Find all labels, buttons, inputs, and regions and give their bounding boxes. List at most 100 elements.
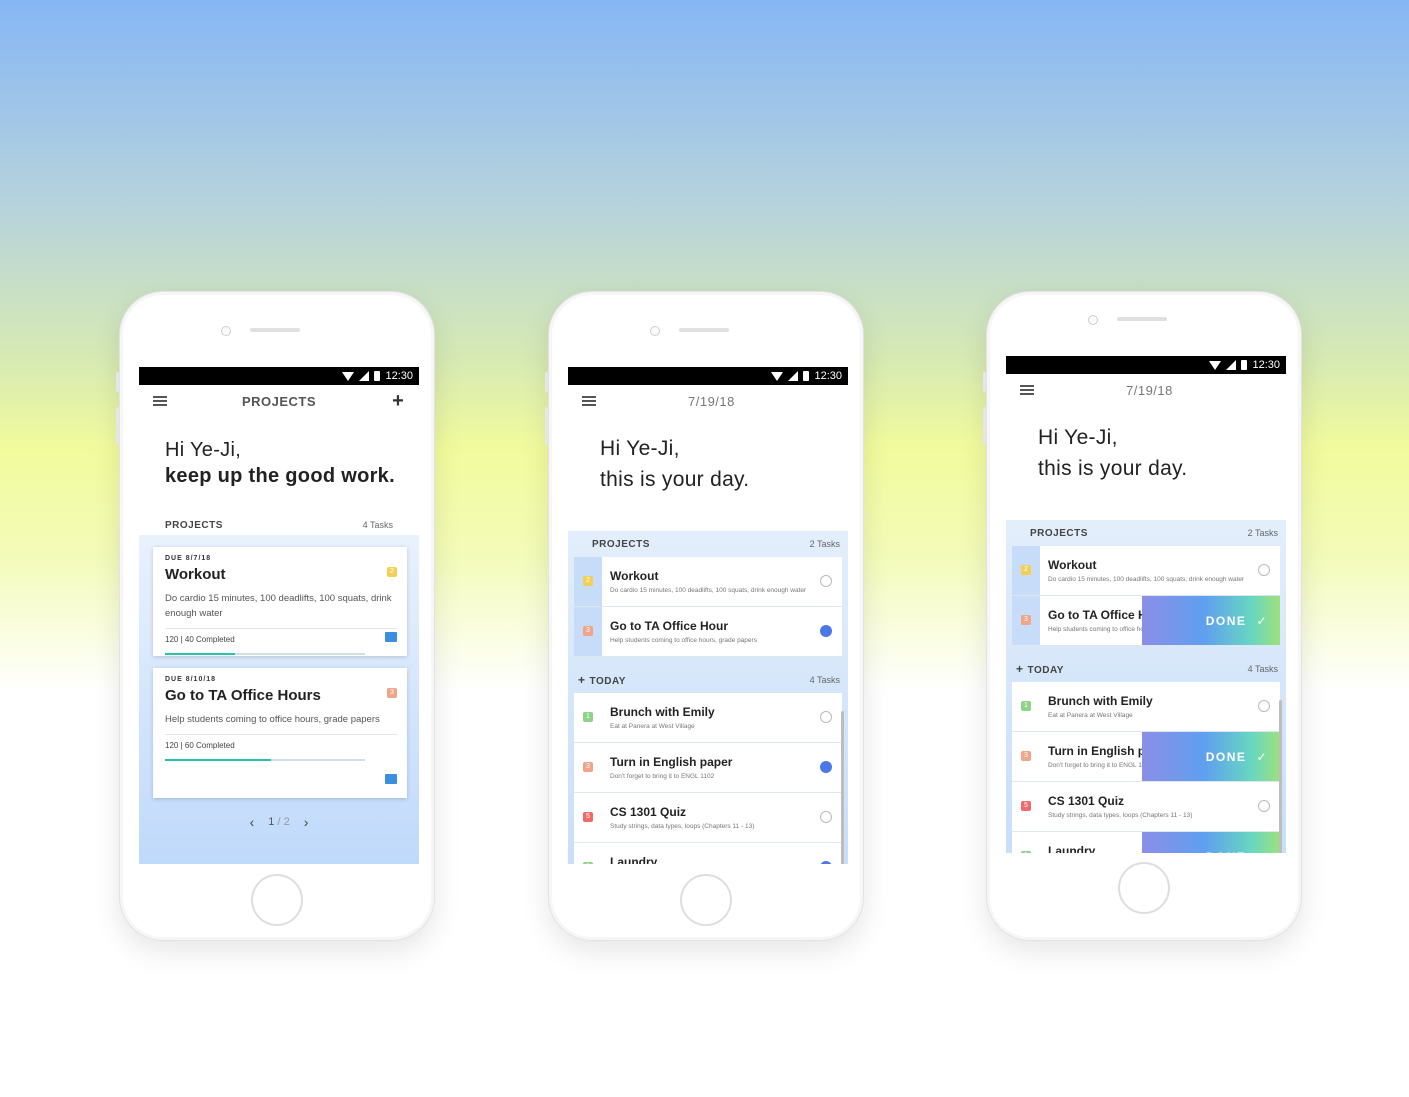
task-row[interactable]: 2 Workout Do cardio 15 minutes, 100 deadl…: [574, 557, 842, 607]
complete-radio[interactable]: [820, 811, 832, 823]
task-row[interactable]: 1 Brunch with Emily Eat at Panera at West…: [1012, 682, 1280, 732]
speaker: [679, 328, 729, 332]
task-title: Go to TA Office Hour: [610, 619, 728, 633]
complete-radio[interactable]: [820, 575, 832, 587]
task-subtitle: Do cardio 15 minutes, 100 deadlifts, 100…: [1048, 576, 1245, 583]
task-title: CS 1301 Quiz: [610, 805, 687, 819]
wifi-icon: [342, 371, 355, 381]
scrollbar[interactable]: [1279, 700, 1282, 853]
task-title: Workout: [1048, 558, 1097, 572]
priority-badge: 3: [387, 688, 397, 698]
complete-radio[interactable]: [1258, 564, 1270, 576]
battery-icon: [374, 371, 381, 381]
priority-badge: 2: [1021, 565, 1031, 575]
add-icon[interactable]: +: [578, 673, 586, 687]
section-header-projects: PROJECTS 4 Tasks: [139, 515, 419, 535]
greeting-line1: Hi Ye-Ji,: [165, 439, 242, 461]
task-row[interactable]: 1 Laundry: [574, 843, 842, 864]
wifi-icon: [771, 371, 784, 381]
menu-icon[interactable]: [153, 395, 167, 407]
app-bar: 7/19/18: [568, 385, 848, 417]
task-row[interactable]: 2 Workout Do cardio 15 minutes, 100 deadl…: [1012, 546, 1280, 596]
status-time: 12:30: [814, 370, 842, 382]
project-card[interactable]: DUE 8/10/18 Go to TA Office Hours 3 Help…: [153, 668, 407, 798]
task-row[interactable]: 3 Turn in English paper Don't forget to b…: [1012, 732, 1280, 782]
priority-badge: 2: [583, 576, 593, 586]
project-card[interactable]: DUE 8/7/18 Workout 2 Do cardio 15 minute…: [153, 547, 407, 656]
card-title: Workout: [165, 566, 226, 583]
home-button[interactable]: [1118, 862, 1170, 914]
done-swipe-action[interactable]: DONE ✓: [1142, 832, 1280, 853]
add-icon[interactable]: +: [391, 390, 405, 413]
app-bar: PROJECTS +: [139, 385, 419, 417]
menu-icon[interactable]: [582, 395, 596, 407]
complete-radio[interactable]: [820, 711, 832, 723]
progress-bar: [165, 759, 365, 761]
section-label: TODAY: [589, 676, 626, 687]
priority-badge: 3: [1021, 615, 1031, 625]
done-swipe-action[interactable]: DONE ✓: [1142, 596, 1280, 645]
home-button[interactable]: [680, 874, 732, 926]
priority-badge: 1: [583, 862, 593, 864]
task-row[interactable]: 1 Brunch with Emily Eat at Panera at West…: [574, 693, 842, 743]
front-camera: [1088, 315, 1098, 325]
page-title: PROJECTS: [241, 393, 317, 409]
check-icon: ✓: [1256, 613, 1268, 628]
done-label: DONE: [1205, 749, 1247, 764]
complete-radio[interactable]: [1258, 800, 1270, 812]
task-row[interactable]: 1 Laundry DONE✓: [1012, 832, 1280, 853]
priority-badge: 5: [1021, 801, 1031, 811]
task-list: PROJECTS 2 Tasks 2 Workout Do cardio 15 m…: [568, 531, 848, 864]
battery-icon: [803, 371, 810, 381]
greeting: Hi Ye-Ji, keep up the good work.: [139, 417, 419, 515]
app-bar: 7/19/18: [1006, 374, 1286, 406]
priority-badge: 5: [583, 812, 593, 822]
due-date: DUE 8/10/18: [165, 676, 217, 683]
section-count: 4 Tasks: [362, 520, 393, 530]
section-header-projects: PROJECTS 2 Tasks: [1006, 520, 1286, 546]
complete-radio[interactable]: [820, 761, 832, 773]
task-row[interactable]: 5 CS 1301 Quiz Study strings, data types,…: [574, 793, 842, 843]
task-row[interactable]: 3 Go to TA Office Hour Help students comi…: [574, 607, 842, 657]
task-row[interactable]: 3 Go to TA Office Hour Help students comi…: [1012, 596, 1280, 646]
add-icon[interactable]: +: [1016, 662, 1024, 676]
greeting: Hi Ye-Ji, this is your day.: [1006, 406, 1286, 520]
done-swipe-action[interactable]: DONE ✓: [1142, 732, 1280, 781]
complete-radio[interactable]: [820, 625, 832, 637]
complete-radio[interactable]: [1258, 700, 1270, 712]
priority-badge: 3: [1021, 751, 1031, 761]
section-header-today: + TODAY 4 Tasks: [568, 667, 848, 693]
task-row[interactable]: 5 CS 1301 Quiz Study strings, data types,…: [1012, 782, 1280, 832]
section-count: 2 Tasks: [809, 539, 840, 549]
section-header-today: + TODAY 4 Tasks: [1006, 656, 1286, 682]
comment-icon[interactable]: [385, 774, 397, 784]
greeting: Hi Ye-Ji, this is your day.: [568, 417, 848, 531]
scrollbar[interactable]: [841, 711, 844, 864]
menu-icon[interactable]: [1020, 384, 1034, 396]
card-list: DUE 8/7/18 Workout 2 Do cardio 15 minute…: [139, 535, 419, 864]
screen-done: 12:30 7/19/18 Hi Ye-Ji, this is your day…: [1006, 356, 1286, 853]
task-subtitle: Eat at Panera at West Village: [1048, 712, 1133, 719]
speaker: [250, 328, 300, 332]
phone-mockup-today: 12:30 7/19/18 Hi Ye-Ji, this is your day…: [545, 291, 864, 941]
status-bar: 12:30: [1006, 356, 1286, 374]
section-count: 2 Tasks: [1247, 528, 1278, 538]
home-button[interactable]: [251, 874, 303, 926]
section-count: 4 Tasks: [809, 675, 840, 685]
section-header-projects: PROJECTS 2 Tasks: [568, 531, 848, 557]
task-title: Brunch with Emily: [610, 705, 715, 719]
task-subtitle: Study strings, data types, loops (Chapte…: [610, 823, 755, 830]
section-label: TODAY: [1027, 665, 1064, 676]
phone-mockup-projects: 12:30 PROJECTS + Hi Ye-Ji, keep up the g…: [116, 291, 435, 941]
section-count: 4 Tasks: [1247, 664, 1278, 674]
prev-page-icon[interactable]: ‹: [250, 814, 255, 830]
comment-icon[interactable]: [385, 632, 397, 642]
progress-label: 120 | 40 Completed: [165, 635, 235, 644]
card-description: Do cardio 15 minutes, 100 deadlifts, 100…: [165, 593, 392, 619]
task-row[interactable]: 3 Turn in English paper Don't forget to b…: [574, 743, 842, 793]
priority-badge: 3: [583, 762, 593, 772]
greeting-line1: Hi Ye-Ji,: [600, 437, 680, 460]
next-page-icon[interactable]: ›: [304, 814, 309, 830]
screen-projects: 12:30 PROJECTS + Hi Ye-Ji, keep up the g…: [139, 367, 419, 864]
task-title: Brunch with Emily: [1048, 694, 1153, 708]
